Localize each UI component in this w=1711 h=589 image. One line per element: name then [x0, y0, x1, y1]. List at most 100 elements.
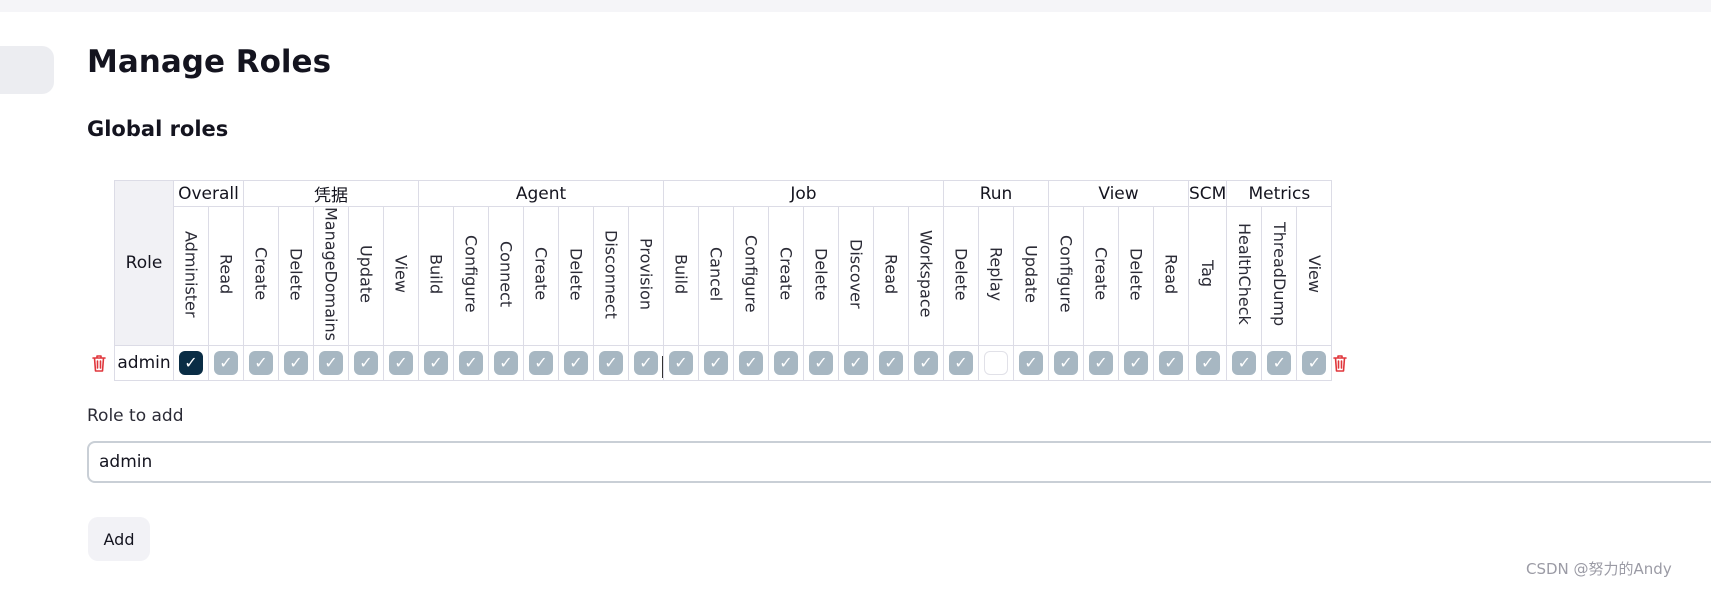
permission-group-row: Role Overall 凭据 Agent Job Run View SCM Metrics	[114, 180, 1333, 346]
checkmark-icon: ✓	[499, 353, 513, 372]
permission-cell: ✓	[698, 345, 734, 381]
permission-header: Read	[208, 206, 244, 346]
checkmark-icon: ✓	[359, 353, 373, 372]
permission-header: Connect	[488, 206, 524, 346]
permission-checkbox[interactable]: ✓	[1054, 351, 1078, 375]
permission-label: Administer	[181, 230, 201, 318]
permission-checkbox[interactable]	[984, 351, 1008, 375]
permission-group-header: View	[1048, 180, 1189, 207]
permission-header: Workspace	[908, 206, 944, 346]
permission-label: Delete	[566, 247, 586, 301]
page-title: Manage Roles	[87, 44, 332, 80]
permission-header: ThreadDump	[1261, 206, 1298, 346]
permission-checkbox[interactable]: ✓	[1159, 351, 1183, 375]
permission-checkbox[interactable]: ✓	[424, 351, 448, 375]
permission-label: Discover	[846, 239, 866, 309]
permission-label: Update	[1021, 245, 1041, 303]
permission-cell: ✓	[628, 345, 664, 381]
checkmark-icon: ✓	[779, 353, 793, 372]
permission-header: Configure	[1048, 206, 1084, 346]
delete-role-icon[interactable]	[1333, 354, 1347, 372]
permission-label: Provision	[636, 237, 656, 310]
permission-cell: ✓	[593, 345, 629, 381]
checkmark-icon: ✓	[1129, 353, 1143, 372]
permission-cell: ✓	[348, 345, 384, 381]
role-name: admin	[114, 345, 174, 381]
permission-cell: ✓	[663, 345, 699, 381]
permission-cell: ✓	[488, 345, 524, 381]
permission-label: Create	[1091, 247, 1111, 301]
permission-checkbox[interactable]: ✓	[354, 351, 378, 375]
permission-checkbox[interactable]: ✓	[739, 351, 763, 375]
checkmark-icon: ✓	[954, 353, 968, 372]
permission-label: Create	[776, 247, 796, 301]
permission-header: Build	[418, 206, 454, 346]
permission-checkbox[interactable]: ✓	[319, 351, 343, 375]
permission-checkbox[interactable]: ✓	[529, 351, 553, 375]
permission-group-header: 凭据	[243, 180, 419, 207]
permission-checkbox[interactable]: ✓	[914, 351, 938, 375]
permission-checkbox[interactable]: ✓	[459, 351, 483, 375]
checkmark-icon: ✓	[639, 353, 653, 372]
permission-checkbox[interactable]: ✓	[949, 351, 973, 375]
checkmark-icon: ✓	[429, 353, 443, 372]
permission-group-header: Job	[663, 180, 944, 207]
permission-label: Delete	[951, 247, 971, 301]
permission-cell: ✓	[908, 345, 944, 381]
checkmark-icon: ✓	[394, 353, 408, 372]
permission-header: Create	[243, 206, 279, 346]
permission-checkbox[interactable]: ✓	[1267, 351, 1292, 375]
permission-checkbox[interactable]: ✓	[634, 351, 658, 375]
permission-cell: ✓	[523, 345, 559, 381]
permission-header: Discover	[838, 206, 874, 346]
permission-label: Update	[356, 245, 376, 303]
permission-header: Create	[1083, 206, 1119, 346]
permission-cell: ✓	[453, 345, 489, 381]
permission-label: Build	[671, 253, 691, 295]
permission-checkbox[interactable]: ✓	[249, 351, 273, 375]
permission-checkbox[interactable]: ✓	[564, 351, 588, 375]
checkmark-icon: ✓	[569, 353, 583, 372]
permission-checkbox[interactable]: ✓	[599, 351, 623, 375]
permission-checkbox[interactable]: ✓	[389, 351, 413, 375]
permission-checkbox[interactable]: ✓	[844, 351, 868, 375]
permission-checkbox[interactable]: ✓	[1302, 351, 1327, 375]
permission-checkbox[interactable]: ✓	[494, 351, 518, 375]
permission-cell: ✓	[768, 345, 804, 381]
role-to-add-input[interactable]	[87, 441, 1711, 483]
permission-header: ManageDomains	[313, 206, 349, 346]
delete-role-icon[interactable]	[92, 354, 106, 372]
role-to-add-label: Role to add	[87, 406, 184, 426]
permission-checkbox[interactable]: ✓	[879, 351, 903, 375]
permission-checkbox[interactable]: ✓	[1089, 351, 1113, 375]
permission-cell: ✓	[383, 345, 419, 381]
permission-checkbox[interactable]: ✓	[1195, 351, 1220, 375]
permission-label: Read	[216, 253, 236, 295]
permission-checkbox[interactable]: ✓	[1232, 351, 1257, 375]
permission-checkbox[interactable]: ✓	[809, 351, 833, 375]
checkmark-icon: ✓	[184, 353, 198, 372]
permission-checkbox[interactable]: ✓	[284, 351, 308, 375]
permission-header: Read	[873, 206, 909, 346]
permission-checkbox[interactable]: ✓	[669, 351, 693, 375]
permission-checkbox[interactable]: ✓	[179, 351, 203, 375]
add-role-button[interactable]: Add	[88, 517, 150, 561]
permission-group-header: Agent	[418, 180, 664, 207]
checkmark-icon: ✓	[219, 353, 233, 372]
permission-checkbox[interactable]: ✓	[1019, 351, 1043, 375]
permission-cell: ✓	[803, 345, 839, 381]
permission-label: Create	[251, 247, 271, 301]
checkmark-icon: ✓	[1059, 353, 1073, 372]
permission-header: View	[383, 206, 419, 346]
permission-checkbox[interactable]: ✓	[704, 351, 728, 375]
permission-checkbox[interactable]: ✓	[1124, 351, 1148, 375]
permission-checkbox[interactable]: ✓	[214, 351, 238, 375]
global-roles-table: Role Overall 凭据 Agent Job Run View SCM Metrics …	[114, 180, 1333, 381]
sidebar-toggle[interactable]	[0, 46, 54, 94]
permission-group-header: SCM	[1187, 180, 1228, 207]
permission-label: View	[391, 255, 411, 293]
permission-header: Disconnect	[593, 206, 629, 346]
checkmark-icon: ✓	[1307, 353, 1322, 372]
permission-checkbox[interactable]: ✓	[774, 351, 798, 375]
checkmark-icon: ✓	[814, 353, 828, 372]
